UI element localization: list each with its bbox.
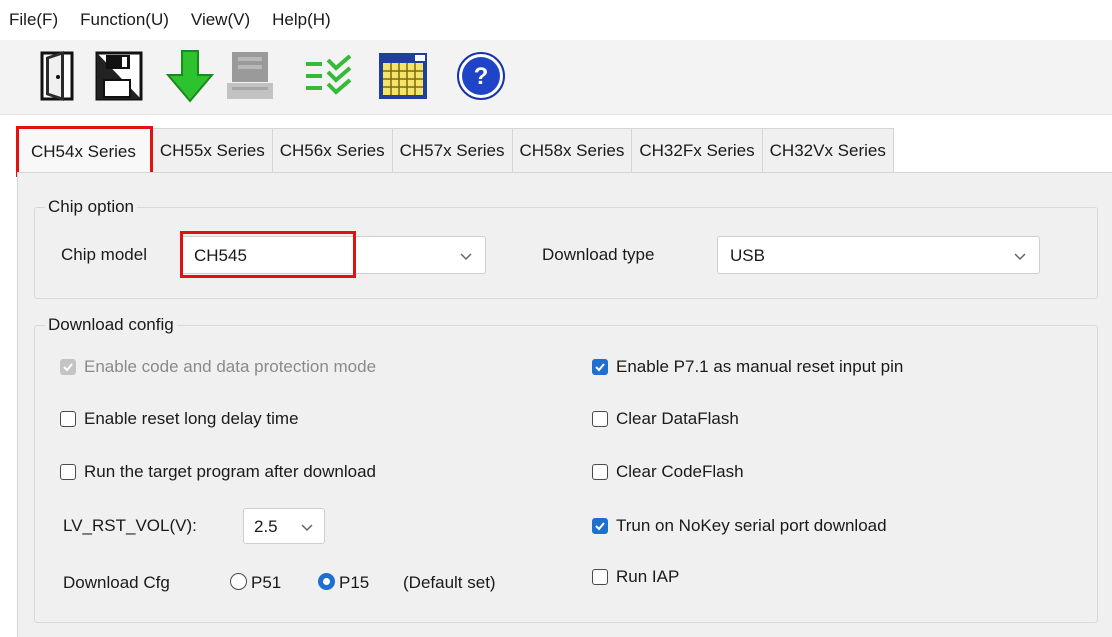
chevron-down-icon bbox=[1014, 253, 1026, 261]
chip-model-select[interactable]: CH545 bbox=[181, 236, 486, 274]
tab-ch54x[interactable]: CH54x Series bbox=[16, 126, 153, 177]
stop-button[interactable] bbox=[221, 47, 279, 105]
lv-rst-vol-select[interactable]: 2.5 bbox=[243, 508, 325, 544]
tab-ch56x[interactable]: CH56x Series bbox=[272, 128, 393, 173]
download-config-group: Download config Enable code and data pro… bbox=[34, 314, 1098, 623]
run-iap-checkbox[interactable] bbox=[592, 569, 608, 585]
chip-option-group: Chip option Chip model CH545 Download ty… bbox=[34, 196, 1098, 299]
save-button[interactable] bbox=[90, 47, 148, 105]
menu-function[interactable]: Function(U) bbox=[69, 0, 180, 40]
lv-rst-vol-label: LV_RST_VOL(V): bbox=[63, 516, 197, 535]
download-arrow-icon bbox=[165, 50, 215, 103]
run-iap-label[interactable]: Run IAP bbox=[616, 565, 679, 589]
download-button[interactable] bbox=[161, 47, 219, 105]
series-tabs: CH54x Series CH55x Series CH56x Series C… bbox=[0, 126, 894, 177]
tab-ch55x[interactable]: CH55x Series bbox=[152, 128, 273, 173]
stop-icon bbox=[227, 52, 273, 99]
tab-ch58x[interactable]: CH58x Series bbox=[512, 128, 633, 173]
radio-p51-label[interactable]: P51 bbox=[251, 571, 281, 595]
svg-text:?: ? bbox=[474, 63, 489, 90]
download-type-select[interactable]: USB bbox=[717, 236, 1040, 274]
nokey-serial-label[interactable]: Trun on NoKey serial port download bbox=[616, 514, 887, 538]
run-after-download-checkbox[interactable] bbox=[60, 464, 76, 480]
help-icon: ? bbox=[457, 52, 505, 100]
clear-codeflash-label[interactable]: Clear CodeFlash bbox=[616, 460, 744, 484]
download-type-value: USB bbox=[730, 246, 765, 265]
chevron-down-icon bbox=[301, 524, 313, 532]
chip-model-label: Chip model bbox=[61, 245, 147, 264]
chip-model-value: CH545 bbox=[194, 246, 247, 265]
p71-reset-checkbox[interactable] bbox=[592, 359, 608, 375]
tab-ch57x[interactable]: CH57x Series bbox=[392, 128, 513, 173]
open-file-icon bbox=[40, 51, 74, 101]
reset-long-delay-checkbox[interactable] bbox=[60, 411, 76, 427]
clear-dataflash-label[interactable]: Clear DataFlash bbox=[616, 407, 739, 431]
menu-file[interactable]: File(F) bbox=[0, 0, 69, 40]
default-set-note: (Default set) bbox=[403, 573, 496, 592]
clear-codeflash-checkbox[interactable] bbox=[592, 464, 608, 480]
reset-long-delay-label[interactable]: Enable reset long delay time bbox=[84, 407, 299, 431]
nokey-serial-checkbox[interactable] bbox=[592, 518, 608, 534]
toolbar: ? bbox=[0, 40, 1112, 115]
chip-option-title: Chip option bbox=[45, 196, 138, 218]
tab-panel: Chip option Chip model CH545 Download ty… bbox=[17, 172, 1112, 637]
radio-p51[interactable] bbox=[230, 573, 247, 590]
code-protection-label: Enable code and data protection mode bbox=[84, 357, 377, 376]
radio-p15[interactable] bbox=[318, 573, 335, 590]
menu-bar: File(F) Function(U) View(V) Help(H) bbox=[0, 0, 1112, 40]
lv-rst-vol-value: 2.5 bbox=[254, 517, 278, 536]
tab-ch32fx[interactable]: CH32Fx Series bbox=[632, 128, 763, 173]
verify-button[interactable] bbox=[300, 47, 358, 105]
tab-ch32vx[interactable]: CH32Vx Series bbox=[762, 128, 894, 173]
verify-icon bbox=[306, 54, 352, 95]
chevron-down-icon bbox=[460, 253, 472, 261]
calendar-icon bbox=[379, 53, 427, 99]
download-type-label: Download type bbox=[542, 245, 655, 264]
download-config-title: Download config bbox=[45, 314, 177, 336]
config-button[interactable] bbox=[374, 47, 432, 105]
menu-help[interactable]: Help(H) bbox=[261, 0, 342, 40]
radio-p15-label[interactable]: P15 bbox=[339, 571, 369, 595]
menu-view[interactable]: View(V) bbox=[180, 0, 261, 40]
help-button[interactable]: ? bbox=[452, 47, 510, 105]
open-file-button[interactable] bbox=[30, 47, 88, 105]
save-icon bbox=[95, 51, 143, 101]
run-after-download-label[interactable]: Run the target program after download bbox=[84, 460, 376, 484]
download-cfg-label: Download Cfg bbox=[63, 573, 170, 592]
clear-dataflash-checkbox[interactable] bbox=[592, 411, 608, 427]
p71-reset-label[interactable]: Enable P7.1 as manual reset input pin bbox=[616, 355, 903, 379]
code-protection-checkbox bbox=[60, 359, 76, 375]
